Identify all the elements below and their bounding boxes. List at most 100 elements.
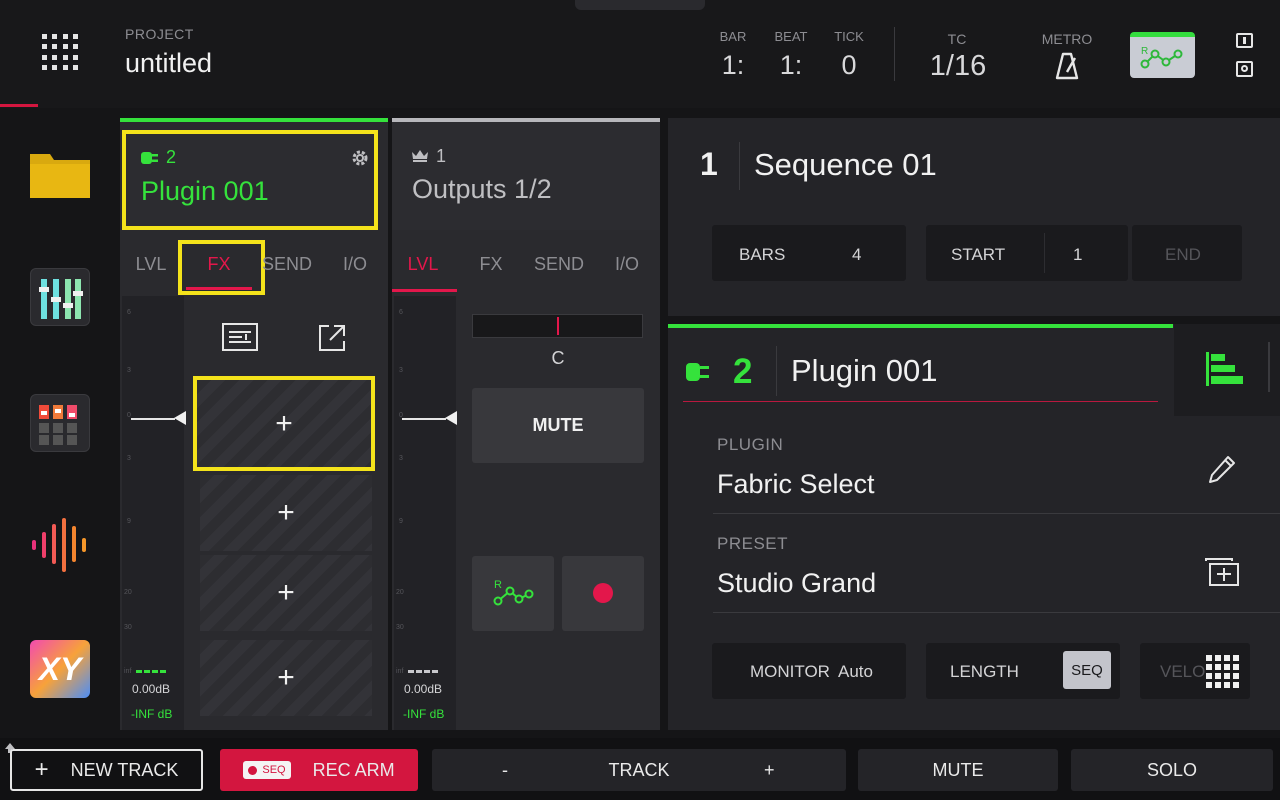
automation-node-icon: R — [493, 579, 534, 606]
automation-button[interactable]: R — [1130, 32, 1195, 78]
top-pull-tab[interactable] — [575, 0, 705, 10]
main-menu-grid-icon[interactable] — [42, 34, 78, 70]
fader-handle-icon[interactable] — [172, 411, 186, 425]
volume-fader[interactable] — [402, 418, 446, 420]
divider — [713, 513, 1280, 514]
tab-send[interactable]: SEND — [254, 254, 320, 275]
gear-icon[interactable] — [350, 148, 370, 168]
track-next-button[interactable]: + — [764, 760, 775, 781]
pad-mixer-icon[interactable] — [30, 394, 90, 452]
rec-arm-button[interactable]: SEQ REC ARM — [220, 749, 418, 791]
preset-label: PRESET — [717, 534, 789, 553]
solo-toggle-button[interactable]: SOLO — [1071, 749, 1273, 791]
record-arm-button[interactable] — [562, 556, 644, 631]
fx-slot-1[interactable]: + — [193, 376, 375, 471]
project-label: PROJECT — [125, 26, 194, 42]
plug-icon — [141, 152, 158, 164]
record-mode-icon[interactable] — [1236, 61, 1253, 77]
meter-tick: 9 — [399, 518, 403, 525]
xy-fx-icon[interactable]: XY — [30, 640, 90, 698]
tab-lvl[interactable]: LVL — [118, 254, 184, 275]
external-open-icon[interactable] — [317, 323, 347, 353]
fx-slot-4[interactable]: + — [200, 640, 372, 716]
start-field[interactable]: START 1 — [926, 225, 1128, 281]
monitor-value: Auto — [838, 662, 873, 681]
meter-tick: 3 — [399, 455, 403, 462]
strip-track-number: 1 — [436, 146, 447, 166]
pencil-edit-icon[interactable] — [1208, 455, 1236, 485]
divider — [776, 346, 777, 396]
pan-slider[interactable] — [472, 314, 643, 338]
divider — [713, 612, 1280, 613]
project-name[interactable]: untitled — [125, 48, 212, 79]
meter-tick: 3 — [127, 455, 131, 462]
meter-led — [408, 670, 440, 673]
screen-toggle-icon[interactable] — [1236, 33, 1253, 48]
beat-label: BEAT — [774, 29, 808, 44]
level-meter — [122, 296, 184, 730]
length-field[interactable]: LENGTH SEQ — [926, 643, 1120, 699]
meter-tick: inf — [124, 668, 132, 675]
tab-io[interactable]: I/O — [594, 254, 660, 275]
start-label: START — [951, 245, 1006, 264]
tab-io[interactable]: I/O — [322, 254, 388, 275]
strip-track-number: 2 — [166, 147, 177, 167]
end-field[interactable]: END — [1132, 225, 1242, 281]
meter-tick: 3 — [127, 367, 131, 374]
pad-grid-icon[interactable] — [1206, 655, 1240, 689]
tc-value[interactable]: 1/16 — [922, 50, 994, 83]
sequence-number: 1 — [700, 146, 718, 182]
new-track-button[interactable]: + NEW TRACK — [10, 749, 203, 791]
tab-send[interactable]: SEND — [526, 254, 592, 275]
seq-badge: SEQ — [243, 761, 291, 779]
automation-read-button[interactable]: R — [472, 556, 554, 631]
header-divider — [894, 27, 895, 81]
sequence-name[interactable]: Sequence 01 — [754, 147, 937, 183]
tab-fx[interactable]: FX — [458, 254, 524, 275]
fader-handle-icon[interactable] — [443, 411, 457, 425]
mute-toggle-button[interactable]: MUTE — [858, 749, 1058, 791]
strip-header-plugin[interactable]: 2 Plugin 001 — [122, 130, 378, 230]
waveform-icon[interactable] — [30, 514, 90, 572]
mixer-icon[interactable] — [30, 268, 90, 326]
bars-label: BARS — [739, 245, 786, 264]
fx-slot-2[interactable]: + — [200, 475, 372, 551]
divider — [1268, 342, 1270, 392]
monitor-field[interactable]: MONITOR Auto — [712, 643, 906, 699]
track-prev-button[interactable]: - — [502, 760, 508, 781]
fx-list-icon[interactable] — [222, 323, 258, 351]
strip-header-outputs[interactable]: 1 Outputs 1/2 — [392, 122, 660, 230]
record-dot-icon — [593, 583, 613, 603]
tick-value[interactable]: 0 — [829, 50, 869, 81]
meter-tick: 6 — [399, 309, 403, 316]
mute-button[interactable]: MUTE — [472, 388, 644, 463]
pan-value: C — [551, 348, 565, 368]
automation-badge: R — [494, 579, 502, 591]
beat-value[interactable]: 1: — [771, 50, 811, 81]
length-seq-badge[interactable]: SEQ — [1063, 651, 1111, 689]
tab-lvl[interactable]: LVL — [390, 254, 456, 275]
metro-label: METRO — [1041, 31, 1093, 47]
preset-value[interactable]: Studio Grand — [717, 568, 876, 599]
bar-value[interactable]: 1: — [713, 50, 753, 81]
metronome-icon[interactable] — [1055, 52, 1079, 80]
bars-value: 4 — [852, 245, 862, 264]
monitor-label: MONITOR — [750, 662, 830, 681]
automation-node-icon: R — [1140, 46, 1183, 69]
strip-track-name: Plugin 001 — [141, 176, 269, 206]
volume-fader[interactable] — [131, 418, 175, 420]
peak-db-readout: -INF dB — [131, 707, 173, 721]
start-value: 1 — [1073, 245, 1083, 264]
tick-label: TICK — [834, 29, 864, 44]
fx-slot-3[interactable]: + — [200, 555, 372, 631]
bars-field[interactable]: BARS 4 — [712, 225, 906, 281]
browser-folder-icon[interactable] — [30, 150, 90, 208]
track-name-underline — [683, 401, 1158, 402]
track-name[interactable]: Plugin 001 — [791, 353, 938, 389]
meter-tick: 20 — [396, 589, 404, 596]
track-color-bar — [668, 324, 1173, 328]
level-db-readout: 0.00dB — [132, 682, 171, 696]
align-bars-icon[interactable] — [1206, 352, 1244, 386]
add-preset-icon[interactable] — [1204, 557, 1240, 587]
plugin-value[interactable]: Fabric Select — [717, 469, 875, 500]
